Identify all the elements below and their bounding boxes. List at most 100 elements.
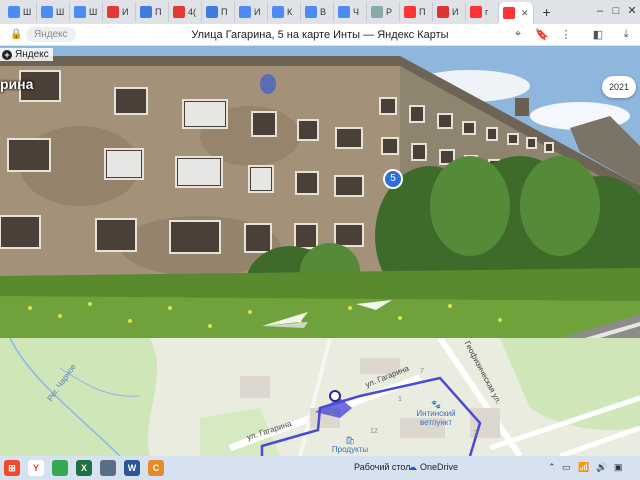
tab-label: П — [155, 7, 162, 17]
site-name[interactable]: Яндекс — [26, 27, 76, 42]
bookmark-icon[interactable]: 🔖 — [535, 28, 549, 41]
yandex-doc-icon — [239, 6, 251, 18]
street-panorama[interactable]: + Яндекс рина 2021 5 — [0, 46, 640, 338]
minimize-button[interactable]: – — [593, 2, 607, 20]
tab-label: В — [320, 7, 327, 17]
tab-label: П — [419, 7, 426, 17]
volume-icon[interactable]: 🔊 — [596, 462, 607, 473]
close-tab-icon[interactable]: ✕ — [521, 8, 529, 19]
windows-taskbar: ⊞ Y X WC — [0, 456, 640, 480]
download-icon[interactable]: ⤓ — [619, 28, 633, 41]
pdf-icon — [107, 6, 119, 18]
tab-label: 4( — [188, 7, 197, 17]
presentation-icon[interactable]: C — [148, 460, 164, 476]
mail-icon — [140, 6, 152, 18]
battery-icon[interactable]: ▭ — [562, 462, 571, 473]
excel-icon[interactable]: X — [76, 460, 92, 476]
address-bar[interactable]: 🔒 Яндекс Улица Гагарина, 5 на карте Инты… — [0, 24, 640, 46]
yandex-doc-icon — [41, 6, 53, 18]
more-menu-icon[interactable]: ⋮ — [559, 28, 573, 41]
panorama-brand: + Яндекс — [0, 48, 53, 61]
tab-label: П — [221, 7, 228, 17]
tab-label: Ш — [23, 7, 32, 17]
browser-tab[interactable]: К — [268, 2, 301, 22]
mail-icon — [206, 6, 218, 18]
browser-tab[interactable]: 4( — [169, 2, 202, 22]
tab-label: И — [122, 7, 129, 17]
browser-tab[interactable]: П — [202, 2, 235, 22]
shop-icon: 🛍 — [344, 436, 356, 445]
browser-tab[interactable]: ✕ — [499, 2, 534, 24]
chrome-icon[interactable] — [52, 460, 68, 476]
news-icon — [437, 6, 449, 18]
browser-tab[interactable]: Ш — [37, 2, 70, 22]
browser-tab[interactable]: Р — [367, 2, 400, 22]
maximize-button[interactable]: □ — [609, 2, 623, 20]
network-icon[interactable]: 📶 — [578, 462, 589, 473]
page-title[interactable]: Улица Гагарина, 5 на карте Инты — Яндекс… — [140, 29, 500, 41]
yandex-browser-icon[interactable]: Y — [28, 460, 44, 476]
onedrive-icon[interactable]: ☁ — [408, 462, 417, 473]
browser-tab[interactable]: И — [103, 2, 136, 22]
tab-label: К — [287, 7, 293, 17]
yandex-doc-icon — [8, 6, 20, 18]
browser-tab[interactable]: Ш — [70, 2, 103, 22]
browser-tab[interactable]: И — [235, 2, 268, 22]
calculator-icon[interactable] — [100, 460, 116, 476]
poi-grocery[interactable]: 🛍 Продукты — [330, 436, 370, 454]
tab-label: И — [452, 7, 459, 17]
panorama-brand-label: Яндекс — [15, 49, 49, 60]
yandex-icon — [470, 6, 482, 18]
lock-icon[interactable]: 🔒 — [10, 29, 24, 40]
yandex-doc-icon — [338, 6, 350, 18]
panorama-image — [0, 46, 640, 338]
map-canvas — [0, 338, 640, 456]
panorama-year-select[interactable]: 2021 — [602, 76, 636, 98]
maps-pin-icon — [503, 7, 515, 19]
tab-label: Р — [386, 7, 393, 17]
pdf-icon — [173, 6, 185, 18]
globe-icon — [371, 6, 383, 18]
notification-icon[interactable]: ▣ — [614, 462, 623, 473]
new-tab-button[interactable]: + — [538, 3, 556, 21]
house-number: 7 — [420, 368, 424, 375]
tray-overflow-icon[interactable]: ⌃ — [548, 462, 556, 473]
browser-tab[interactable]: В — [301, 2, 334, 22]
poi-vet-label: Интинский ветпункт — [416, 409, 456, 427]
browser-tab[interactable]: И — [433, 2, 466, 22]
start-icon[interactable]: ⊞ — [4, 460, 20, 476]
desktop-label[interactable]: Рабочий стол — [354, 462, 411, 472]
panorama-street-label: рина — [0, 76, 34, 92]
house-number: 1 — [330, 410, 334, 417]
location-icon[interactable]: ⌖ — [511, 28, 525, 41]
paw-icon: 🐾 — [431, 400, 441, 409]
word-icon[interactable]: W — [124, 460, 140, 476]
yandex-doc-icon — [272, 6, 284, 18]
yandex-doc-icon — [74, 6, 86, 18]
browser-tab[interactable]: Ч — [334, 2, 367, 22]
tab-strip: Ш Ш Ш И П 4( П И К В Ч Р П Иг ✕ + — [0, 0, 640, 24]
browser-tab[interactable]: Ш — [4, 2, 37, 22]
yandex-plus-icon: + — [2, 49, 12, 60]
tab-label: г — [485, 7, 489, 17]
browser-tab[interactable]: П — [136, 2, 169, 22]
tab-label: Ш — [89, 7, 98, 17]
browser-tab[interactable]: П — [400, 2, 433, 22]
tab-label: Ш — [56, 7, 65, 17]
yandex-doc-icon — [305, 6, 317, 18]
house-number: 2 — [474, 430, 478, 437]
yandex-icon — [404, 6, 416, 18]
map-view[interactable]: Рег. Чарное ул. Гагарина ул. Гагарина Ге… — [0, 338, 640, 456]
panorama-year-value: 2021 — [608, 82, 630, 92]
house-number: 1 — [398, 396, 402, 403]
house-number-marker[interactable]: 5 — [383, 169, 403, 189]
poi-vet-clinic[interactable]: 🐾 Интинский ветпункт — [404, 400, 468, 427]
close-window-button[interactable]: ✕ — [625, 2, 639, 20]
poi-grocery-label: Продукты — [331, 445, 369, 454]
protect-icon[interactable]: ◧ — [591, 28, 605, 41]
tab-label: И — [254, 7, 261, 17]
onedrive-label[interactable]: OneDrive — [420, 462, 458, 472]
house-number: 12 — [370, 428, 378, 435]
browser-tab[interactable]: г — [466, 2, 499, 22]
tab-label: Ч — [353, 7, 359, 17]
